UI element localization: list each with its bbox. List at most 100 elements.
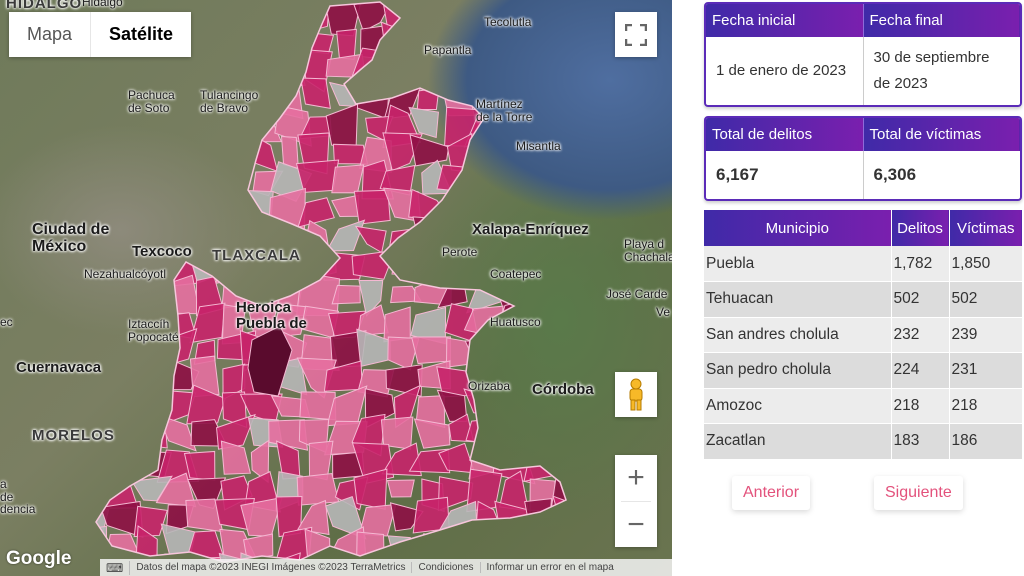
municipality-polygon[interactable]	[527, 0, 560, 32]
municipality-polygon[interactable]	[220, 191, 251, 220]
municipality-polygon[interactable]	[500, 50, 530, 90]
municipality-polygon[interactable]	[73, 51, 109, 92]
municipality-polygon[interactable]	[547, 21, 587, 60]
municipality-polygon[interactable]	[159, 274, 201, 315]
municipality-polygon[interactable]	[465, 417, 509, 447]
municipality-polygon[interactable]	[132, 192, 173, 232]
municipality-polygon[interactable]	[438, 0, 475, 28]
municipality-polygon[interactable]	[529, 31, 558, 54]
municipality-polygon[interactable]	[550, 469, 590, 513]
municipality-polygon[interactable]	[211, 0, 248, 28]
municipality-polygon[interactable]	[386, 479, 415, 498]
municipality-polygon[interactable]	[85, 277, 112, 316]
municipality-polygon[interactable]	[185, 196, 229, 224]
municipality-polygon[interactable]	[409, 134, 450, 167]
municipality-polygon[interactable]	[156, 159, 201, 196]
municipality-polygon[interactable]	[270, 29, 311, 64]
municipality-polygon[interactable]	[189, 21, 221, 57]
municipality-polygon[interactable]	[246, 0, 276, 35]
municipality-polygon[interactable]	[554, 110, 591, 134]
municipality-polygon[interactable]	[467, 163, 500, 201]
municipality-polygon[interactable]	[391, 243, 411, 275]
municipality-polygon[interactable]	[527, 394, 554, 425]
municipality-polygon[interactable]	[448, 193, 481, 225]
municipality-polygon[interactable]	[214, 162, 243, 193]
municipality-polygon[interactable]	[163, 194, 193, 223]
municipality-polygon[interactable]	[354, 225, 387, 254]
municipality-polygon[interactable]	[549, 75, 589, 117]
municipality-column-header[interactable]: Municipio	[704, 210, 892, 246]
victims-column-header[interactable]: Víctimas	[949, 210, 1022, 246]
municipality-polygon[interactable]	[549, 340, 587, 364]
municipality-polygon[interactable]	[351, 249, 396, 280]
municipality-polygon[interactable]	[219, 140, 247, 175]
municipality-polygon[interactable]	[100, 355, 142, 387]
municipality-polygon[interactable]	[325, 103, 359, 147]
municipality-polygon[interactable]	[139, 58, 164, 81]
choropleth-layer[interactable]	[0, 0, 672, 576]
municipality-polygon[interactable]	[183, 450, 216, 481]
municipality-polygon[interactable]	[492, 24, 537, 63]
municipality-polygon[interactable]	[127, 132, 173, 175]
table-row[interactable]: Amozoc 218 218	[704, 388, 1022, 424]
municipality-polygon[interactable]	[380, 21, 421, 64]
municipality-polygon[interactable]	[212, 28, 256, 53]
municipality-polygon[interactable]	[101, 393, 143, 425]
municipality-polygon[interactable]	[557, 246, 590, 278]
municipality-polygon[interactable]	[325, 219, 366, 252]
municipality-polygon[interactable]	[106, 451, 145, 474]
municipality-polygon[interactable]	[531, 187, 553, 223]
municipality-polygon[interactable]	[74, 304, 108, 344]
table-row[interactable]: Tehuacan 502 502	[704, 281, 1022, 318]
municipality-polygon[interactable]	[253, 50, 284, 88]
table-row[interactable]: San andres cholula 232 239	[704, 317, 1022, 353]
municipality-polygon[interactable]	[493, 338, 524, 371]
municipality-polygon[interactable]	[331, 194, 360, 217]
municipality-polygon[interactable]	[273, 60, 306, 87]
google-logo[interactable]: Google	[6, 548, 71, 570]
municipality-polygon[interactable]	[101, 52, 131, 90]
municipality-polygon[interactable]	[468, 51, 509, 82]
municipality-polygon[interactable]	[186, 384, 226, 425]
map-type-button[interactable]: Mapa	[9, 12, 90, 57]
keyboard-shortcuts-icon[interactable]: ⌨	[100, 560, 131, 575]
municipality-polygon[interactable]	[302, 219, 331, 258]
municipality-polygon[interactable]	[211, 55, 248, 90]
previous-page-button[interactable]: Anterior	[732, 476, 811, 510]
municipality-polygon[interactable]	[132, 163, 160, 203]
satellite-type-button[interactable]: Satélite	[90, 12, 191, 57]
municipality-polygon[interactable]	[328, 81, 364, 107]
municipality-polygon[interactable]	[521, 165, 562, 205]
municipality-polygon[interactable]	[241, 19, 283, 53]
municipality-polygon[interactable]	[409, 52, 451, 82]
municipality-polygon[interactable]	[436, 164, 479, 194]
municipality-polygon[interactable]	[279, 0, 311, 37]
municipality-polygon[interactable]	[525, 328, 564, 362]
municipality-polygon[interactable]	[411, 0, 442, 27]
municipality-polygon[interactable]	[135, 359, 170, 398]
municipality-polygon[interactable]	[220, 440, 251, 475]
municipality-polygon[interactable]	[354, 77, 390, 120]
municipality-polygon[interactable]	[353, 189, 391, 225]
municipality-polygon[interactable]	[157, 135, 199, 173]
municipality-polygon[interactable]	[556, 0, 589, 37]
municipality-polygon[interactable]	[83, 442, 114, 480]
municipality-polygon[interactable]	[300, 77, 331, 109]
municipality-polygon[interactable]	[74, 161, 112, 202]
municipality-polygon[interactable]	[548, 416, 591, 454]
municipality-polygon[interactable]	[296, 473, 340, 506]
municipality-polygon[interactable]	[195, 133, 226, 167]
municipality-cells[interactable]	[73, 0, 592, 576]
municipality-polygon[interactable]	[476, 131, 506, 170]
table-row[interactable]: San pedro cholula 224 231	[704, 352, 1022, 389]
municipality-polygon[interactable]	[493, 167, 532, 193]
table-row[interactable]: Puebla 1,782 1,850	[704, 246, 1022, 282]
municipality-polygon[interactable]	[103, 133, 134, 174]
municipality-polygon[interactable]	[553, 164, 579, 200]
municipality-polygon[interactable]	[331, 164, 365, 194]
municipality-polygon[interactable]	[74, 387, 114, 422]
table-row[interactable]: Zacatlan 183 186	[704, 423, 1022, 460]
municipality-polygon[interactable]	[524, 413, 563, 452]
municipality-polygon[interactable]	[331, 284, 361, 305]
zoom-in-button[interactable]: +	[615, 455, 657, 501]
